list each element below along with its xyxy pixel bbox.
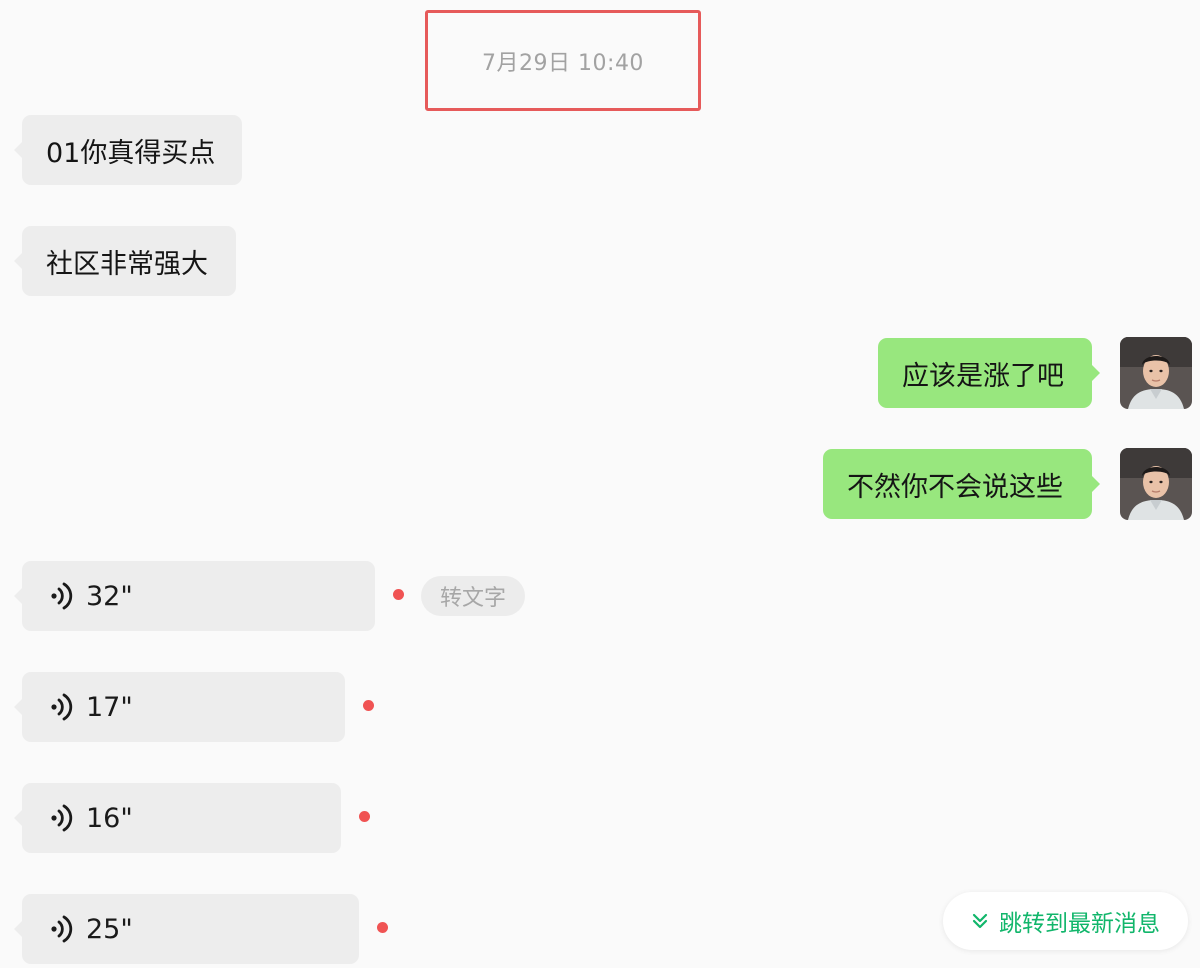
chat-screen: 7月29日 10:40 01你真得买点 社区非常强大 应该是涨了吧 不然你不会说… <box>0 0 1200 968</box>
outgoing-message-bubble[interactable]: 应该是涨了吧 <box>878 338 1100 408</box>
voice-duration: 32" <box>86 580 133 612</box>
message-text: 社区非常强大 <box>46 248 208 280</box>
voice-wave-icon <box>46 912 80 946</box>
outgoing-message-bubble[interactable]: 不然你不会说这些 <box>823 449 1100 519</box>
avatar-photo <box>1120 448 1192 520</box>
unread-dot <box>377 922 388 933</box>
unread-dot <box>393 589 404 600</box>
unread-dot <box>359 811 370 822</box>
jump-to-latest-label: 跳转到最新消息 <box>999 911 1160 937</box>
convert-to-text-button[interactable]: 转文字 <box>421 576 525 616</box>
message-text: 不然你不会说这些 <box>847 471 1063 503</box>
voice-message-bubble[interactable]: 16" <box>14 783 341 853</box>
avatar-photo <box>1120 337 1192 409</box>
incoming-message-bubble[interactable]: 社区非常强大 <box>14 226 236 296</box>
voice-wave-icon <box>46 690 80 724</box>
avatar[interactable] <box>1120 448 1192 520</box>
voice-message-bubble[interactable]: 25" <box>14 894 359 964</box>
incoming-message-bubble[interactable]: 01你真得买点 <box>14 115 242 185</box>
voice-wave-icon <box>46 579 80 613</box>
jump-to-latest-button[interactable]: 跳转到最新消息 <box>943 892 1188 950</box>
voice-message-bubble[interactable]: 32" <box>14 561 375 631</box>
voice-duration: 16" <box>86 802 133 834</box>
voice-duration: 17" <box>86 691 133 723</box>
voice-wave-icon <box>46 801 80 835</box>
message-text: 01你真得买点 <box>46 137 216 169</box>
voice-message-bubble[interactable]: 17" <box>14 672 345 742</box>
avatar[interactable] <box>1120 337 1192 409</box>
voice-duration: 25" <box>86 913 133 945</box>
message-timestamp: 7月29日 10:40 <box>482 50 644 76</box>
message-text: 应该是涨了吧 <box>902 360 1064 392</box>
unread-dot <box>363 700 374 711</box>
double-chevron-down-icon <box>971 912 989 930</box>
